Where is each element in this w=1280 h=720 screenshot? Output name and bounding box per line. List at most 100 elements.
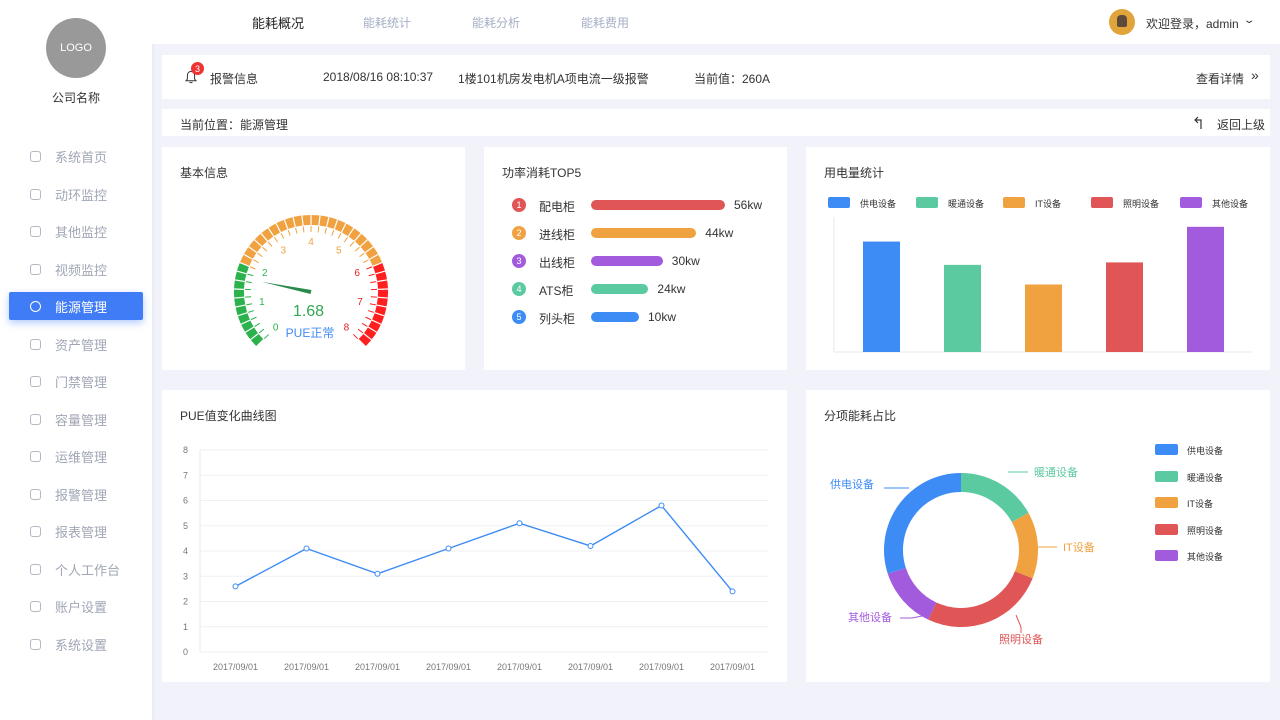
x-tick-label: 2017/09/01 [639, 662, 684, 672]
sidebar-item-11[interactable]: 个人工作台 [0, 551, 152, 589]
sidebar-item-label: 账户设置 [55, 600, 108, 616]
sidebar-item-label: 其他监控 [55, 225, 108, 241]
slice-label: 暖通设备 [1034, 465, 1078, 479]
sidebar-item-5[interactable]: 资产管理 [0, 326, 152, 364]
cabinet-name: 出线柜 [539, 256, 576, 270]
gauge-tick [234, 296, 245, 299]
gauge-needle [262, 281, 312, 294]
sidebar-item-10[interactable]: 报表管理 [0, 513, 152, 551]
power-value: 24kw [657, 282, 686, 296]
gauge-inner-tick [349, 241, 355, 247]
basic-info-card: 基本信息 012345678 1.68 PUE正常 [162, 147, 465, 370]
gauge-inner-tick [267, 241, 273, 247]
gauge-inner-tick [302, 226, 305, 233]
y-tick-label: 3 [183, 571, 188, 581]
energy-ratio-card: 分项能耗占比 供电设备 暖通设备 IT设备 照明设备 其他设备 供电设备 暖通设备 IT设备… [806, 390, 1270, 682]
sidebar-item-label: 资产管理 [55, 337, 108, 353]
tab-energy-analysis[interactable]: 能耗分析 [472, 14, 520, 31]
tab-energy-overview[interactable]: 能耗概况 [252, 13, 304, 32]
sidebar-item-1[interactable]: 动环监控 [0, 176, 152, 214]
sidebar-item-label: 动环监控 [55, 187, 108, 203]
gauge-inner-tick [324, 227, 327, 234]
slice-label: IT设备 [1063, 540, 1095, 554]
x-tick-label: 2017/09/01 [710, 662, 755, 672]
gauge-tick-label: 2 [262, 268, 268, 279]
power-value: 56kw [734, 198, 763, 212]
tab-energy-cost[interactable]: 能耗费用 [581, 14, 629, 31]
power-bar [591, 200, 725, 210]
company-logo: LOGO [46, 18, 106, 78]
double-chevron-right-icon[interactable]: » [1251, 67, 1259, 83]
alarm-count-badge: 3 [191, 62, 204, 75]
y-tick-label: 5 [183, 521, 188, 531]
sidebar-item-0[interactable]: 系统首页 [0, 138, 152, 176]
donut-slice [928, 571, 1033, 627]
sidebar-item-12[interactable]: 账户设置 [0, 588, 152, 626]
gauge-inner-tick [262, 246, 268, 252]
alarm-icon [30, 488, 41, 500]
alarm-label: 报警信息 [210, 72, 259, 86]
gauge-value: 1.68 [292, 303, 325, 320]
power-value: 10kw [648, 310, 677, 324]
alarm-current-value: 当前值：260A [694, 72, 771, 86]
sidebar-item-7[interactable]: 容量管理 [0, 401, 152, 439]
sidebar-item-label: 门禁管理 [55, 375, 108, 391]
slice-label: 供电设备 [830, 477, 874, 491]
avatar[interactable] [1109, 9, 1135, 35]
gauge-tick-label: 4 [308, 237, 314, 248]
sidebar-item-13[interactable]: 系统设置 [0, 626, 152, 664]
x-tick-label: 2017/09/01 [355, 662, 400, 672]
welcome-text: 欢迎登录，admin [1146, 17, 1239, 31]
eye-icon [30, 226, 41, 238]
sidebar-item-9[interactable]: 报警管理 [0, 476, 152, 514]
gauge-inner-tick [253, 259, 259, 264]
gauge-inner-tick [354, 246, 360, 252]
company-name: 公司名称 [51, 91, 100, 105]
pue-point [658, 502, 665, 509]
x-tick-label: 2017/09/01 [284, 662, 329, 672]
alarm-bar: 3 报警信息 2018/08/16 08:10:37 1楼101机房发电机A项电… [162, 55, 1270, 99]
donut-slice [1011, 512, 1038, 579]
x-tick-label: 2017/09/01 [497, 662, 542, 672]
gauge-inner-tick [366, 266, 373, 270]
power-value: 30kw [671, 254, 700, 268]
sidebar-item-label: 视频监控 [55, 262, 108, 278]
sidebar-item-3[interactable]: 视频监控 [0, 251, 152, 289]
y-tick-label: 4 [183, 546, 188, 556]
rank-badge: 3 [512, 254, 526, 268]
slice-label: 照明设备 [999, 632, 1043, 646]
pue-point [587, 542, 594, 549]
chevron-down-icon[interactable]: ⌄ [1243, 15, 1256, 26]
gauge-inner-tick [295, 227, 298, 234]
leader-line [900, 615, 923, 619]
gauge-tick-label: 6 [354, 268, 360, 279]
rank-badge: 5 [512, 310, 526, 324]
sidebar-item-6[interactable]: 门禁管理 [0, 363, 152, 401]
top5-row: 2 进线柜 44kw [484, 225, 787, 243]
sidebar-item-4[interactable]: 能源管理 [9, 292, 143, 320]
gauge-inner-tick [287, 229, 291, 236]
x-tick-label: 2017/09/01 [568, 662, 613, 672]
alarm-message: 1楼101机房发电机A项电流一级报警 [458, 72, 649, 86]
top5-title: 功率消耗TOP5 [502, 166, 582, 180]
usage-bar [1106, 262, 1143, 352]
pue-point [232, 583, 239, 590]
breadcrumb: 当前位置：能源管理 返回上级 [162, 109, 1270, 136]
gauge-inner-tick [317, 226, 320, 233]
ops-icon [30, 451, 41, 463]
view-details-link[interactable]: 查看详情 [1196, 70, 1244, 87]
usage-stats-card: 用电量统计 供电设备 暖通设备 IT设备 照明设备 其他设备 [806, 147, 1270, 370]
slice-label: 其他设备 [848, 610, 892, 624]
sidebar-item-8[interactable]: 运维管理 [0, 438, 152, 476]
gauge-inner-tick [363, 259, 369, 264]
back-link[interactable]: 返回上级 [1217, 116, 1265, 133]
pue-point [445, 545, 452, 552]
sidebar-item-label: 报警管理 [55, 487, 108, 503]
sidebar-item-2[interactable]: 其他监控 [0, 213, 152, 251]
pue-point [374, 570, 381, 577]
return-icon[interactable] [1194, 116, 1208, 130]
usage-bar [1187, 226, 1224, 352]
gauge-inner-tick [257, 252, 263, 258]
tab-energy-statistics[interactable]: 能耗统计 [363, 14, 411, 31]
leader-line [1015, 614, 1022, 633]
